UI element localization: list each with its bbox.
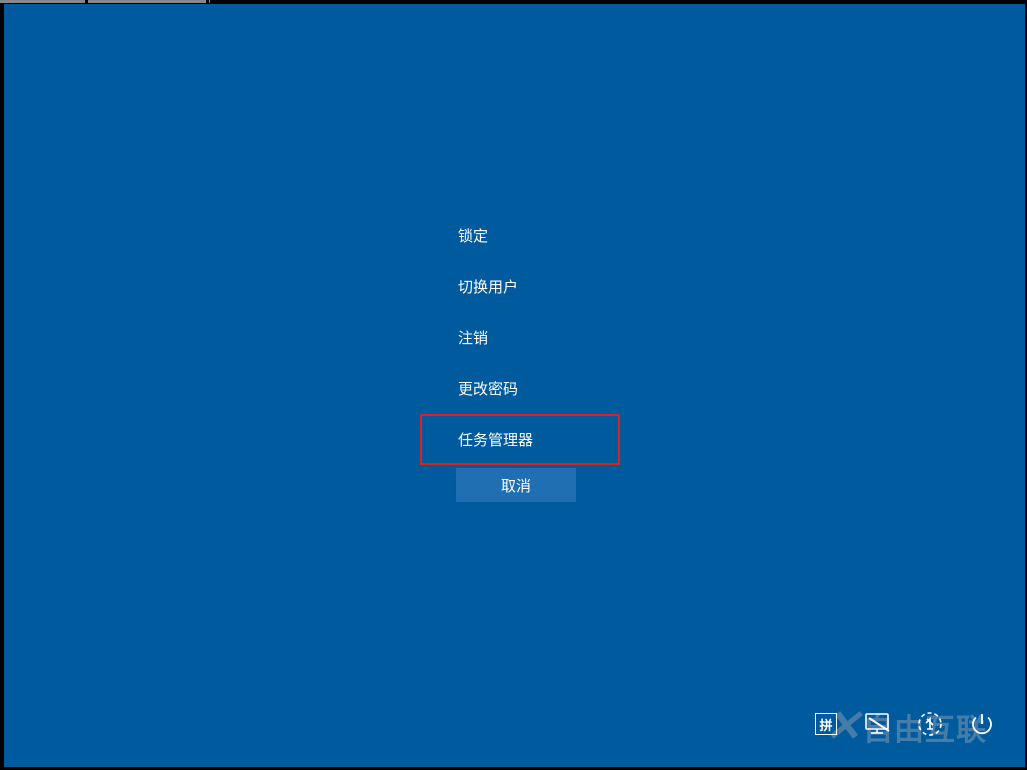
menu-item-label: 锁定 <box>458 228 488 245</box>
menu-item-label: 切换用户 <box>458 279 518 296</box>
menu-item-lock[interactable]: 锁定 <box>420 210 620 261</box>
top-edge-segment <box>88 0 206 3</box>
ease-of-access-icon[interactable] <box>917 711 943 737</box>
ime-icon[interactable]: 拼 <box>813 711 839 737</box>
menu-item-label: 更改密码 <box>458 381 518 398</box>
security-options-screen: 锁定 切换用户 注销 更改密码 任务管理器 取消 ✕ 自由互联 拼 <box>4 4 1025 767</box>
menu-item-label: 注销 <box>458 330 488 347</box>
ime-label: 拼 <box>819 715 832 734</box>
window-top-edge <box>0 0 210 3</box>
power-icon[interactable] <box>969 711 995 737</box>
cancel-button[interactable]: 取消 <box>456 468 576 502</box>
ime-icon-box: 拼 <box>815 713 837 735</box>
menu-item-sign-out[interactable]: 注销 <box>420 312 620 363</box>
bottom-right-tray: 拼 <box>813 711 995 737</box>
menu-item-label: 任务管理器 <box>458 432 533 449</box>
network-icon[interactable] <box>865 711 891 737</box>
cancel-button-label: 取消 <box>501 475 531 496</box>
menu-item-switch-user[interactable]: 切换用户 <box>420 261 620 312</box>
security-options-menu: 锁定 切换用户 注销 更改密码 任务管理器 <box>420 210 620 465</box>
top-edge-segment <box>0 0 85 3</box>
menu-item-change-password[interactable]: 更改密码 <box>420 363 620 414</box>
menu-item-task-manager[interactable]: 任务管理器 <box>420 414 620 465</box>
top-edge-segment <box>209 0 210 3</box>
